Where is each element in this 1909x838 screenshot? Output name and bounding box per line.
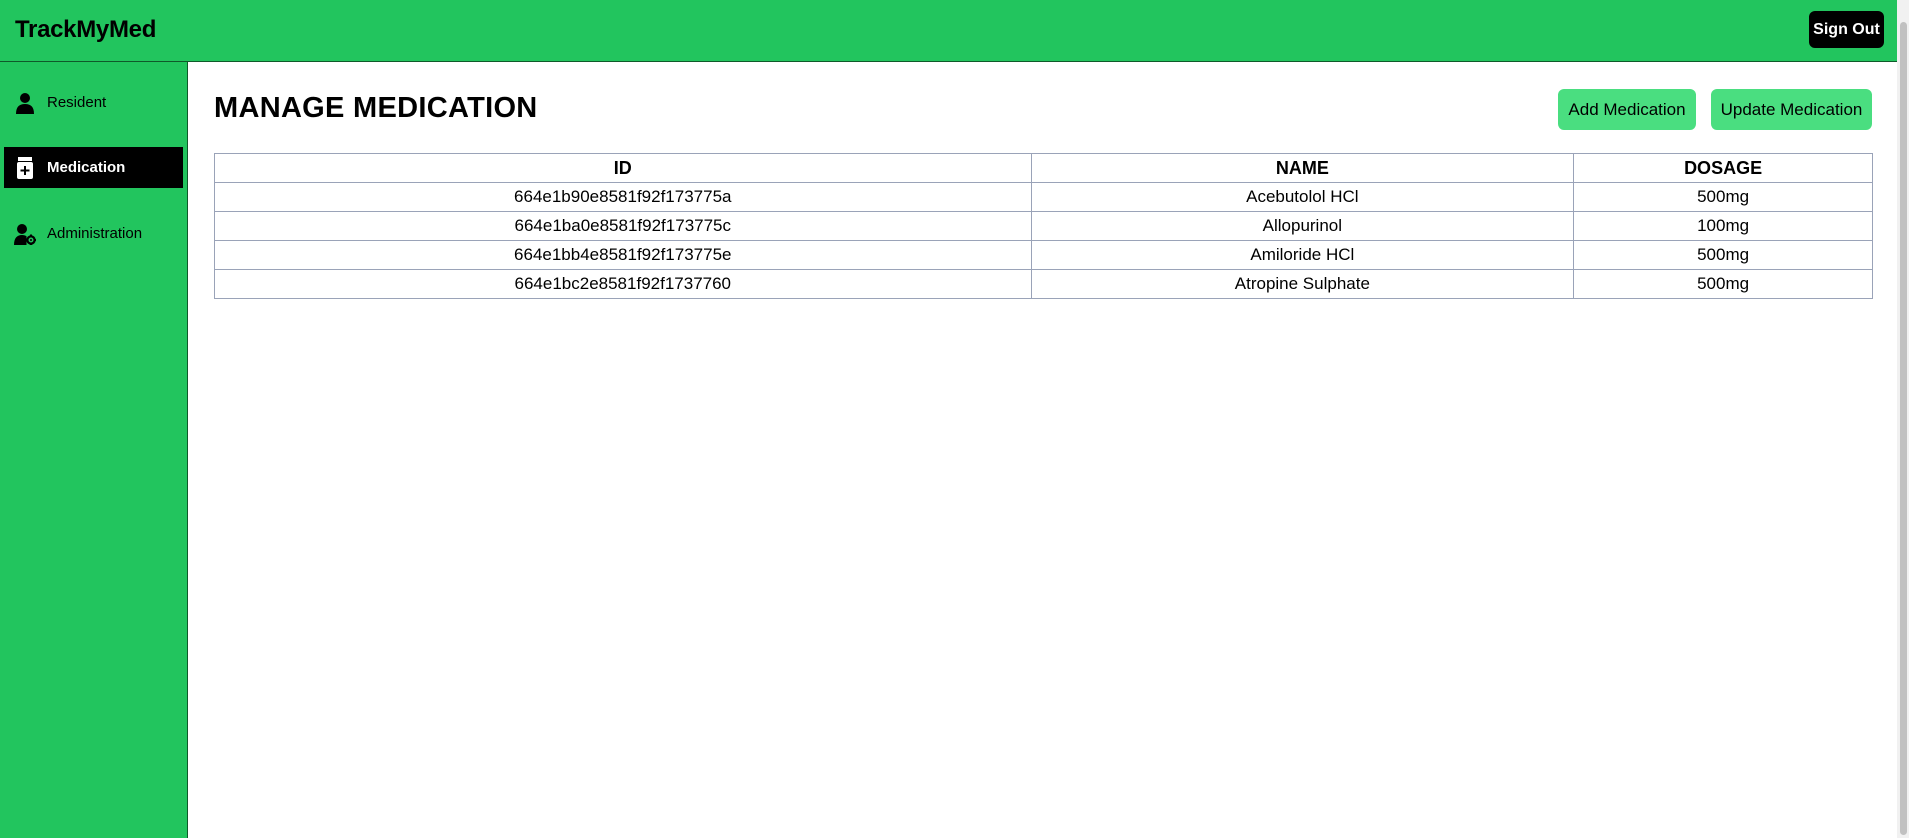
medication-table: ID NAME DOSAGE 664e1b90e8581f92f173775a … bbox=[214, 153, 1873, 299]
scrollbar-thumb[interactable] bbox=[1900, 22, 1907, 835]
sidebar-item-administration[interactable]: Administration bbox=[4, 213, 183, 254]
column-header-dosage: DOSAGE bbox=[1573, 153, 1873, 183]
cell-dosage: 100mg bbox=[1573, 211, 1873, 241]
sidebar-item-medication[interactable]: Medication bbox=[4, 147, 183, 188]
sidebar-item-resident[interactable]: Resident bbox=[4, 82, 183, 123]
sidebar: Resident Medication Administration bbox=[0, 62, 188, 838]
cell-dosage: 500mg bbox=[1573, 269, 1873, 299]
top-bar: TrackMyMed Sign Out bbox=[0, 0, 1909, 62]
add-medication-button[interactable]: Add Medication bbox=[1558, 89, 1696, 130]
cell-dosage: 500mg bbox=[1573, 182, 1873, 212]
cell-name: Allopurinol bbox=[1030, 211, 1575, 241]
column-header-id: ID bbox=[214, 153, 1032, 183]
sign-out-button[interactable]: Sign Out bbox=[1809, 11, 1884, 48]
table-row[interactable]: 664e1b90e8581f92f173775a Acebutolol HCl … bbox=[214, 182, 1873, 212]
cell-id: 664e1ba0e8581f92f173775c bbox=[214, 211, 1032, 241]
app-brand: TrackMyMed bbox=[15, 16, 157, 43]
cell-name: Amiloride HCl bbox=[1030, 240, 1575, 270]
cell-id: 664e1b90e8581f92f173775a bbox=[214, 182, 1032, 212]
cell-name: Atropine Sulphate bbox=[1030, 269, 1575, 299]
cell-id: 664e1bb4e8581f92f173775e bbox=[214, 240, 1032, 270]
sidebar-item-label: Administration bbox=[47, 225, 143, 242]
user-gear-icon bbox=[14, 222, 36, 246]
update-medication-button[interactable]: Update Medication bbox=[1711, 89, 1872, 130]
table-row[interactable]: 664e1ba0e8581f92f173775c Allopurinol 100… bbox=[214, 211, 1873, 241]
sidebar-item-label: Resident bbox=[47, 94, 107, 111]
table-header-row: ID NAME DOSAGE bbox=[214, 153, 1873, 183]
page-title: MANAGE MEDICATION bbox=[214, 92, 538, 124]
table-row[interactable]: 664e1bb4e8581f92f173775e Amiloride HCl 5… bbox=[214, 240, 1873, 270]
column-header-name: NAME bbox=[1030, 153, 1575, 183]
sidebar-item-label: Medication bbox=[47, 159, 126, 176]
person-icon bbox=[14, 91, 36, 115]
cell-name: Acebutolol HCl bbox=[1030, 182, 1575, 212]
cell-dosage: 500mg bbox=[1573, 240, 1873, 270]
cell-id: 664e1bc2e8581f92f1737760 bbox=[214, 269, 1032, 299]
table-row[interactable]: 664e1bc2e8581f92f1737760 Atropine Sulpha… bbox=[214, 269, 1873, 299]
medicine-bottle-icon bbox=[14, 156, 36, 180]
